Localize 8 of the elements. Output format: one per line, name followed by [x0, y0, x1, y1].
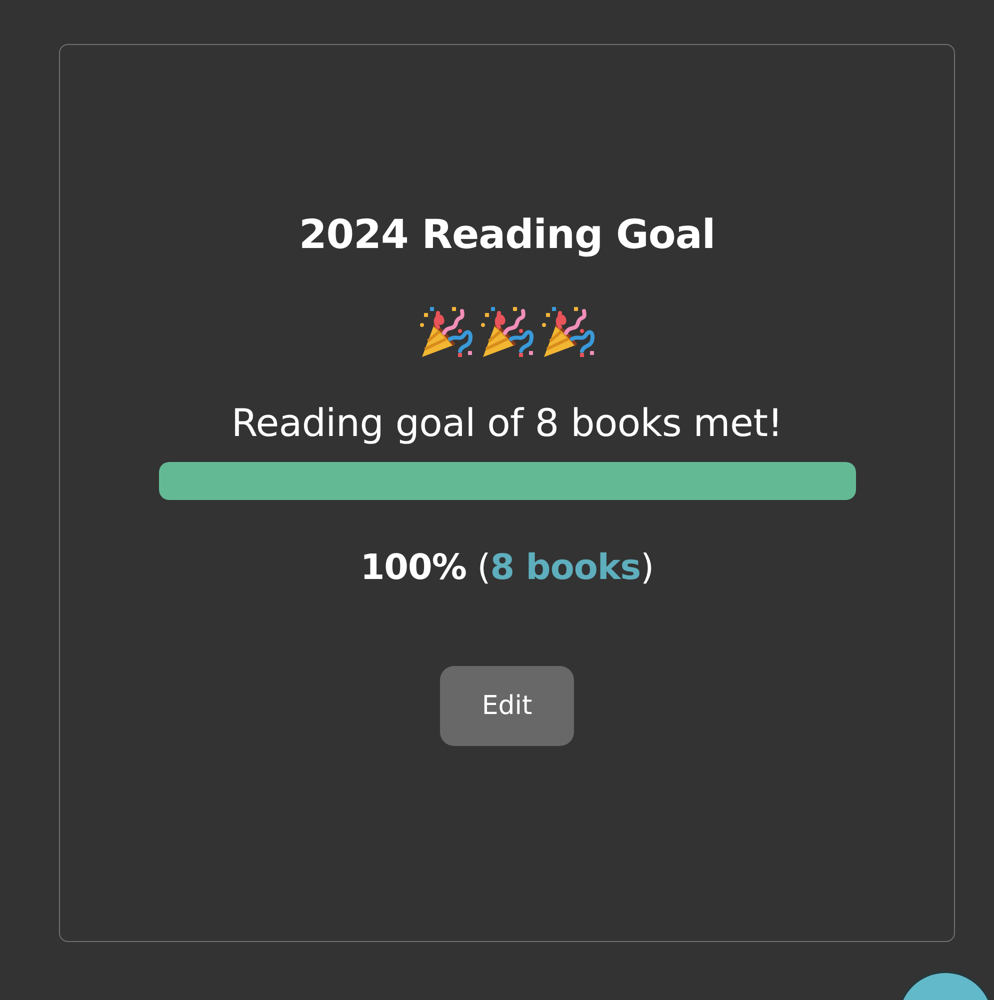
card-title: 2024 Reading Goal [298, 211, 716, 260]
books-link[interactable]: 8 books [490, 548, 641, 588]
party-popper-icon [418, 305, 474, 359]
edit-button[interactable]: Edit [440, 666, 574, 746]
goal-message: Reading goal of 8 books met! [231, 400, 783, 447]
progress-summary: 100% (8 books) [360, 547, 654, 590]
party-popper-icon [540, 305, 596, 359]
party-popper-icon [479, 305, 535, 359]
